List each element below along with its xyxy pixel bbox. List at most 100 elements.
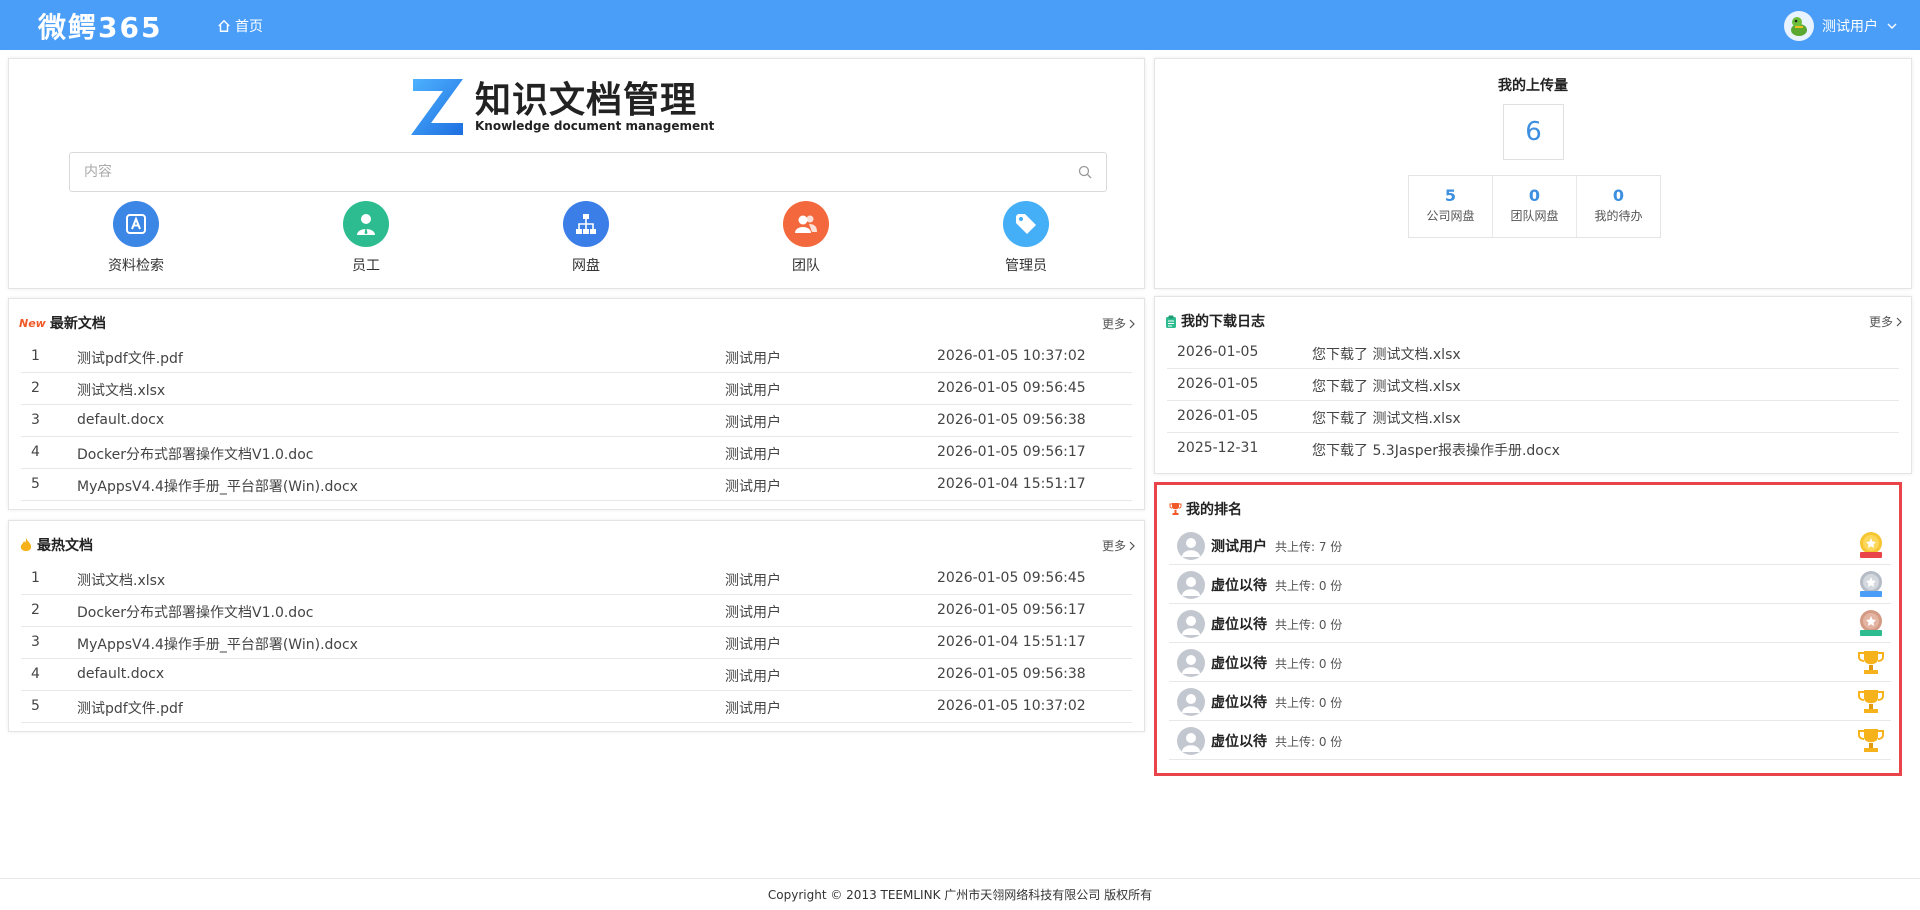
more-label: 更多: [1868, 315, 1893, 329]
new-badge-icon: New: [19, 316, 46, 330]
row-time: 2026-01-05 10:37:02: [937, 698, 1086, 714]
search-panel: 知识文档管理 Knowledge document management 资料检…: [8, 58, 1145, 289]
table-row[interactable]: 5 MyAppsV4.4操作手册_平台部署(Win).docx 测试用户 2026-0…: [21, 469, 1132, 501]
table-row[interactable]: 1 测试pdf文件.pdf 测试用户 2026-01-05 10:37:02: [21, 341, 1132, 373]
log-text: 您下载了 测试文档.xlsx: [1312, 347, 1461, 363]
ranking-row[interactable]: 虚位以待 共上传: 0 份: [1169, 565, 1891, 604]
ranking-row[interactable]: 测试用户 共上传: 7 份: [1169, 526, 1891, 565]
clipboard-icon: [1166, 315, 1176, 328]
row-time: 2026-01-05 09:56:45: [937, 380, 1086, 396]
quick-link-label: 团队: [792, 258, 820, 274]
list-item[interactable]: 2026-01-05 您下载了 测试文档.xlsx: [1167, 337, 1899, 369]
list-item[interactable]: 2025-12-31 您下载了 5.3Jasper报表操作手册.docx: [1167, 433, 1899, 465]
table-row[interactable]: 2 测试文档.xlsx 测试用户 2026-01-05 09:56:45: [21, 373, 1132, 405]
user-name: 测试用户: [1822, 19, 1878, 35]
log-date: 2026-01-05: [1177, 408, 1259, 424]
list-item[interactable]: 2026-01-05 您下载了 测试文档.xlsx: [1167, 401, 1899, 433]
log-date: 2026-01-05: [1177, 376, 1259, 392]
upload-stats: 5 公司网盘 0 团队网盘 0 我的待办: [1408, 175, 1661, 238]
quick-link-team[interactable]: 团队: [746, 201, 866, 275]
user-avatar: [1784, 11, 1814, 41]
latest-docs-title: 最新文档: [49, 316, 106, 332]
row-user: 测试用户: [725, 447, 781, 463]
chevron-right-icon: [1896, 317, 1902, 326]
more-label: 更多: [1101, 539, 1126, 553]
user-menu[interactable]: 测试用户: [1784, 11, 1898, 41]
ranking-row[interactable]: 虚位以待 共上传: 0 份: [1169, 682, 1891, 721]
table-row[interactable]: 3 default.docx 测试用户 2026-01-05 09:56:38: [21, 405, 1132, 437]
quick-link-network-disk[interactable]: 网盘: [526, 201, 646, 275]
row-time: 2026-01-05 09:56:17: [937, 444, 1086, 460]
ranking-count: 共上传: 7 份: [1275, 540, 1343, 554]
quick-link-search[interactable]: 资料检索: [76, 201, 196, 275]
stat-team-disk[interactable]: 0 团队网盘: [1493, 176, 1577, 237]
row-user: 测试用户: [725, 701, 781, 717]
chevron-right-icon: [1129, 541, 1135, 550]
stat-company-disk[interactable]: 5 公司网盘: [1409, 176, 1493, 237]
top-bar: 微鳄365 首页 测试用户: [0, 0, 1920, 50]
ranking-count: 共上传: 0 份: [1275, 657, 1343, 671]
upload-total: 6: [1503, 104, 1564, 160]
stat-label: 公司网盘: [1426, 209, 1475, 223]
quick-link-employee[interactable]: 员工: [306, 201, 426, 275]
more-label: 更多: [1101, 317, 1126, 331]
trophy-icon: [1858, 729, 1884, 752]
latest-docs-more-link[interactable]: 更多: [1102, 315, 1136, 332]
ranking-count: 共上传: 0 份: [1275, 579, 1343, 593]
ranking-title: 我的排名: [1186, 502, 1242, 518]
table-row[interactable]: 5 测试pdf文件.pdf 测试用户 2026-01-05 10:37:02: [21, 691, 1132, 723]
row-index: 2: [31, 602, 40, 618]
brand-logo[interactable]: 微鳄365: [38, 6, 162, 46]
row-doc-name: MyAppsV4.4操作手册_平台部署(Win).docx: [77, 637, 358, 653]
row-index: 3: [31, 412, 40, 428]
row-doc-name: Docker分布式部署操作文档V1.0.doc: [77, 447, 314, 463]
table-row[interactable]: 1 测试文档.xlsx 测试用户 2026-01-05 09:56:45: [21, 563, 1132, 595]
row-time: 2026-01-05 09:56:17: [937, 602, 1086, 618]
hot-docs-panel: 最热文档 更多 1 测试文档.xlsx 测试用户 2026-01-05 09:56:4…: [8, 520, 1145, 732]
stat-value: 5: [1444, 186, 1457, 205]
nav-home-link[interactable]: 首页: [217, 16, 263, 36]
row-user: 测试用户: [725, 637, 781, 653]
download-log-more-link[interactable]: 更多: [1869, 313, 1903, 330]
row-time: 2026-01-05 10:37:02: [937, 348, 1086, 364]
latest-docs-header: New 最新文档: [19, 313, 106, 333]
network-disk-icon: [563, 201, 609, 247]
z-logo-icon: [411, 79, 463, 135]
row-user: 测试用户: [725, 351, 781, 367]
ranking-name: 虚位以待: [1211, 695, 1267, 711]
row-index: 2: [31, 380, 40, 396]
search-icon[interactable]: [1078, 165, 1092, 179]
table-row[interactable]: 2 Docker分布式部署操作文档V1.0.doc 测试用户 2026-01-05 0…: [21, 595, 1132, 627]
ranking-count: 共上传: 0 份: [1275, 735, 1343, 749]
ranking-row[interactable]: 虚位以待 共上传: 0 份: [1169, 721, 1891, 760]
flame-icon: [20, 538, 32, 551]
quick-link-admin[interactable]: 管理员: [966, 201, 1086, 275]
ranking-row[interactable]: 虚位以待 共上传: 0 份: [1169, 604, 1891, 643]
row-doc-name: 测试文档.xlsx: [77, 383, 166, 399]
log-text: 您下载了 测试文档.xlsx: [1312, 411, 1461, 427]
row-user: 测试用户: [725, 383, 781, 399]
search-input[interactable]: [70, 153, 1070, 191]
ranking-name: 测试用户: [1211, 539, 1267, 555]
ranking-row[interactable]: 虚位以待 共上传: 0 份: [1169, 643, 1891, 682]
table-row[interactable]: 4 Docker分布式部署操作文档V1.0.doc 测试用户 2026-01-05 0…: [21, 437, 1132, 469]
table-row[interactable]: 4 default.docx 测试用户 2026-01-05 09:56:38: [21, 659, 1132, 691]
avatar: [1177, 727, 1205, 755]
trophy-icon: [1858, 651, 1884, 674]
log-text: 您下载了 测试文档.xlsx: [1312, 379, 1461, 395]
chevron-right-icon: [1129, 319, 1135, 328]
latest-docs-panel: New 最新文档 更多 1 测试pdf文件.pdf 测试用户 2026-01-05 1…: [8, 298, 1145, 510]
silver-medal-icon: [1860, 571, 1882, 597]
row-user: 测试用户: [725, 573, 781, 589]
list-item[interactable]: 2026-01-05 您下载了 测试文档.xlsx: [1167, 369, 1899, 401]
stat-my-todo[interactable]: 0 我的待办: [1577, 176, 1660, 237]
logo-subtitle: Knowledge document management: [475, 119, 715, 133]
quick-link-label: 管理员: [1005, 258, 1047, 274]
table-row[interactable]: 3 MyAppsV4.4操作手册_平台部署(Win).docx 测试用户 2026-0…: [21, 627, 1132, 659]
row-time: 2026-01-05 09:56:45: [937, 570, 1086, 586]
chevron-down-icon: [1887, 23, 1897, 29]
trophy-icon: [1858, 690, 1884, 713]
hot-docs-more-link[interactable]: 更多: [1102, 537, 1136, 554]
row-doc-name: 测试pdf文件.pdf: [77, 351, 183, 367]
row-index: 5: [31, 698, 40, 714]
